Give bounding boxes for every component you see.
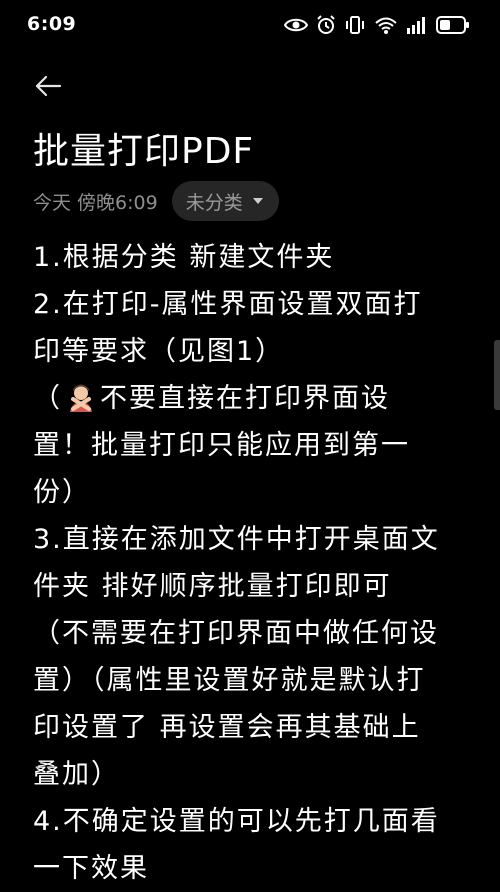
arrow-left-icon [34, 74, 62, 102]
note-line: 3.直接在添加文件中打开桌面文 [33, 524, 440, 555]
note-line: 置）（属性里设置好就是默认打 [33, 665, 426, 696]
eye-icon [284, 16, 308, 34]
note-line: 一下效果 [33, 853, 149, 884]
back-button[interactable] [30, 70, 66, 106]
signal-icon [406, 16, 428, 34]
note-line-prefix: （ [33, 383, 62, 414]
note-line: 印设置了 再设置会再其基础上 [33, 712, 421, 743]
note-line: 件夹 排好顺序批量打印即可 [33, 571, 392, 602]
wifi-6-icon [374, 15, 398, 35]
alarm-icon [316, 15, 336, 35]
note-line: 4.不确定设置的可以先打几面看 [33, 806, 440, 837]
person-gesturing-no-emoji-icon [66, 380, 96, 412]
note-line: 叠加） [33, 759, 120, 790]
note-line: 置！批量打印只能应用到第一 [33, 430, 410, 461]
status-bar: 6:09 [0, 0, 500, 50]
note-line: 印等要求（见图1） [33, 336, 285, 367]
note-line-text: 不要直接在打印界面设 [100, 383, 390, 414]
scrollbar[interactable] [494, 340, 500, 410]
note-line: （ 不要直接在打印界面设 [33, 375, 481, 422]
vibrate-icon [344, 15, 366, 35]
note-date: 今天 傍晚6:09 [33, 191, 158, 214]
note-meta: 今天 傍晚6:09 未分类 [33, 181, 279, 221]
status-time: 6:09 [27, 13, 77, 35]
note-line: 1.根据分类 新建文件夹 [33, 242, 335, 273]
status-icons [284, 14, 470, 36]
category-label: 未分类 [185, 191, 243, 214]
note-body[interactable]: 1.根据分类 新建文件夹 2.在打印-属性界面设置双面打 印等要求（见图1） （… [33, 234, 481, 892]
battery-icon [436, 16, 470, 34]
category-dropdown[interactable]: 未分类 [171, 181, 279, 221]
note-line: （不需要在打印界面中做任何设 [33, 618, 439, 649]
note-title[interactable]: 批量打印PDF [33, 122, 254, 174]
note-line: 份） [33, 477, 91, 508]
note-line: 2.在打印-属性界面设置双面打 [33, 289, 423, 320]
caret-down-icon [252, 198, 263, 204]
